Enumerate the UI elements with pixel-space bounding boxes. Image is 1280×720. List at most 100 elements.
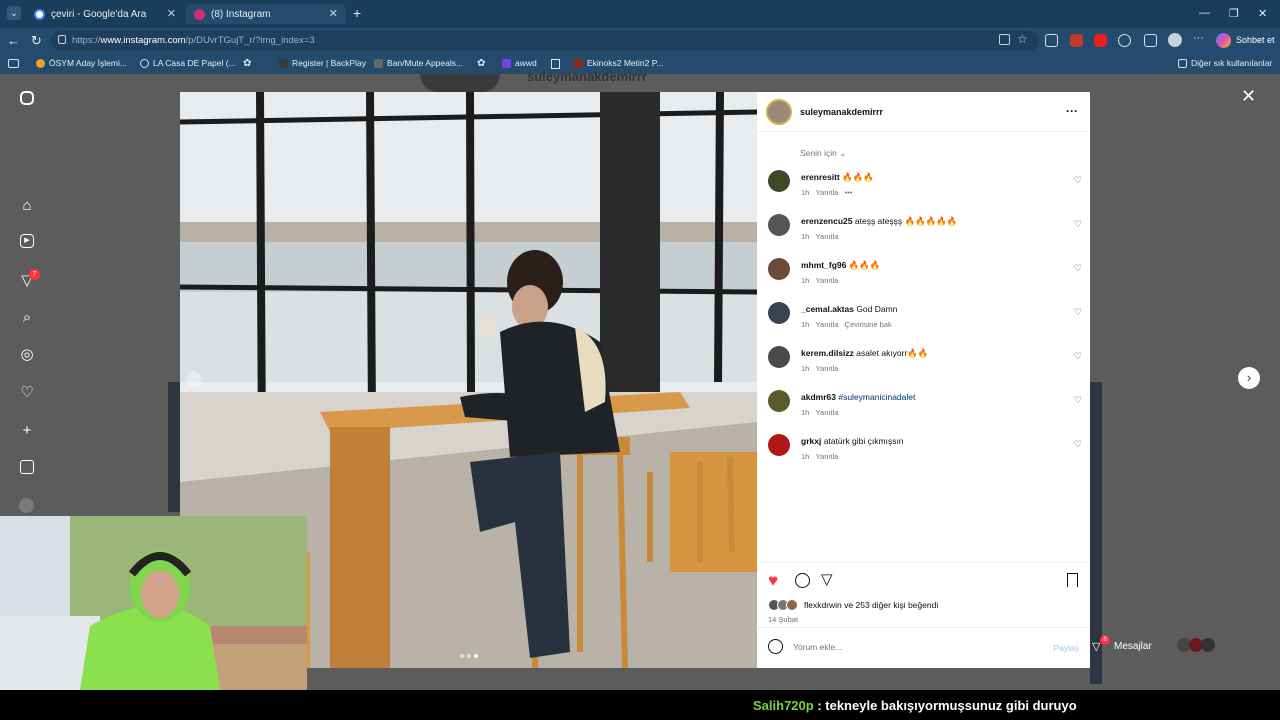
reading-list-icon[interactable] [8,59,19,68]
instagram-logo-icon[interactable] [20,91,34,105]
like-heart-icon[interactable]: ♥ [768,571,778,591]
post-header: suleymanakdemirrr ··· [757,92,1090,132]
comment-like-icon[interactable]: ♡ [1074,395,1082,406]
url-field[interactable]: https://www.instagram.com/p/DUvrTGujT_r/… [51,31,1039,51]
other-favorites[interactable]: Diğer sık kullanılanlar [1178,58,1272,68]
emoji-icon[interactable] [768,639,783,654]
bookmark-item[interactable]: Register | BackPlay [279,58,366,68]
comment-like-icon[interactable]: ♡ [1074,219,1082,230]
comment-text-line: erenzencu25 ateşş ateşşş 🔥🔥🔥🔥🔥 [801,216,957,227]
profile-avatar[interactable] [1168,33,1182,47]
bookmark-openai-icon[interactable]: ✿ [477,58,485,69]
lock-icon [58,35,66,44]
comment-like-icon[interactable]: ♡ [1074,263,1082,274]
reply-button[interactable]: Yanıtla [816,320,839,329]
refresh-icon[interactable]: ↻ [31,33,42,49]
profile-icon[interactable] [19,498,34,513]
commenter-avatar[interactable] [768,258,790,280]
commenter-username[interactable]: mhmt_fg96 [801,260,846,270]
tab-instagram[interactable]: (8) Instagram ✕ [186,4,346,24]
commenter-username[interactable]: erenzencu25 [801,216,853,226]
close-tab-icon[interactable]: ✕ [167,7,176,20]
bookmark-item[interactable]: ÖSYM Aday İşlemi... [36,58,127,68]
favorite-star-icon[interactable]: ☆ [1017,32,1028,46]
home-icon[interactable]: ⌂ [18,197,36,215]
bookmark-doc-icon[interactable] [551,59,560,69]
commenter-avatar[interactable] [768,170,790,192]
close-tab-icon[interactable]: ✕ [329,7,338,20]
appeal-icon [374,58,383,68]
comment-like-icon[interactable]: ♡ [1074,351,1082,362]
commenter-avatar[interactable] [768,302,790,324]
restore-icon[interactable]: ❐ [1229,7,1239,20]
reply-button[interactable]: Yanıtla [816,452,839,461]
reply-button[interactable]: Yanıtla [816,408,839,417]
commenter-username[interactable]: kerem.dilsizz [801,348,854,358]
youtube-extension-icon[interactable] [1094,34,1107,47]
reply-button[interactable]: Yanıtla [816,276,839,285]
comment-like-icon[interactable]: ♡ [1074,307,1082,318]
reply-button[interactable]: Yanıtla [816,232,839,241]
heart-icon[interactable]: ♡ [18,384,36,402]
comment-text-line: mhmt_fg96 🔥🔥🔥 [801,260,880,271]
likes-summary[interactable]: flexkdrwin ve 253 diğer kişi beğendi [804,600,938,610]
commenter-avatar[interactable] [768,434,790,456]
commenter-username[interactable]: erenresitt [801,172,840,182]
commenter-avatar[interactable] [768,390,790,412]
commenter-avatar[interactable] [768,214,790,236]
reply-button[interactable]: Yanıtla [816,364,839,373]
bookmark-item[interactable]: awwd [502,58,537,68]
menu-icon[interactable]: ··· [1193,32,1204,44]
more-options-icon[interactable]: ··· [1066,104,1078,118]
author-username[interactable]: suleymanakdemirrr [800,107,883,117]
google-icon [34,8,45,20]
dashboard-icon[interactable] [20,460,34,474]
bookmark-chatgpt-icon[interactable]: ✿ [243,58,251,69]
comment-filter[interactable]: Senin için ⌄ [800,148,846,159]
back-icon[interactable]: ← [7,33,20,48]
commenter-username[interactable]: _cemal.aktas [801,304,854,314]
comment-like-icon[interactable]: ♡ [1074,439,1082,450]
bookmark-item[interactable]: LA Casa DE Papel (... [140,58,236,68]
extension-red-icon[interactable] [1070,34,1083,47]
new-tab-icon[interactable]: + [353,5,361,21]
comment-extra[interactable]: ••• [845,188,853,197]
tab-google[interactable]: çeviri - Google'da Ara ✕ [26,4,184,24]
commenter-username[interactable]: grkxj [801,436,821,446]
author-avatar[interactable] [766,99,792,125]
collections-icon[interactable] [1045,34,1058,47]
commenter-avatar[interactable] [768,346,790,368]
backplay-icon [279,58,288,68]
commenter-username[interactable]: akdmr63 [801,392,836,402]
messages-badge: 8 [1100,635,1110,645]
close-post-icon[interactable]: ✕ [1241,86,1256,107]
favorites-icon[interactable] [1144,34,1157,47]
comment-meta: 1h Yanıtla [801,364,845,373]
minimize-icon[interactable]: — [1199,7,1210,19]
messages-pill[interactable]: ▽ 8 Mesajlar [1092,632,1242,660]
comment-icon[interactable] [795,573,810,588]
copilot-label[interactable]: Sohbet et [1236,35,1275,45]
comment-input[interactable] [793,638,1023,656]
close-window-icon[interactable]: ✕ [1258,7,1267,20]
url-prefix: https:// [72,35,101,46]
previous-image-button[interactable]: ‹ [186,371,202,387]
tab-actions-icon[interactable]: ⌄ [7,6,21,20]
bookmark-item[interactable]: Ban/Mute Appeals... [374,58,463,68]
comment-extra[interactable]: Çevirisine bak [845,320,892,329]
share-icon[interactable]: ▽ [821,570,833,588]
comment-like-icon[interactable]: ♡ [1074,175,1082,186]
reels-icon[interactable]: ▶ [20,234,34,248]
copilot-icon[interactable] [1216,33,1231,48]
extensions-icon[interactable] [1118,34,1131,47]
comment-time: 1h [801,320,810,329]
apps-icon[interactable] [999,34,1010,45]
explore-icon[interactable]: ◎ [18,346,36,364]
save-bookmark-icon[interactable] [1067,573,1078,587]
share-comment-button[interactable]: Paylaş [1053,643,1079,653]
next-post-button[interactable]: › [1238,367,1260,389]
bookmark-item[interactable]: Ekinoks2 Metin2 P... [574,58,663,68]
reply-button[interactable]: Yanıtla [816,188,839,197]
search-icon[interactable]: ⌕ [18,309,36,327]
create-icon[interactable]: + [18,422,36,440]
